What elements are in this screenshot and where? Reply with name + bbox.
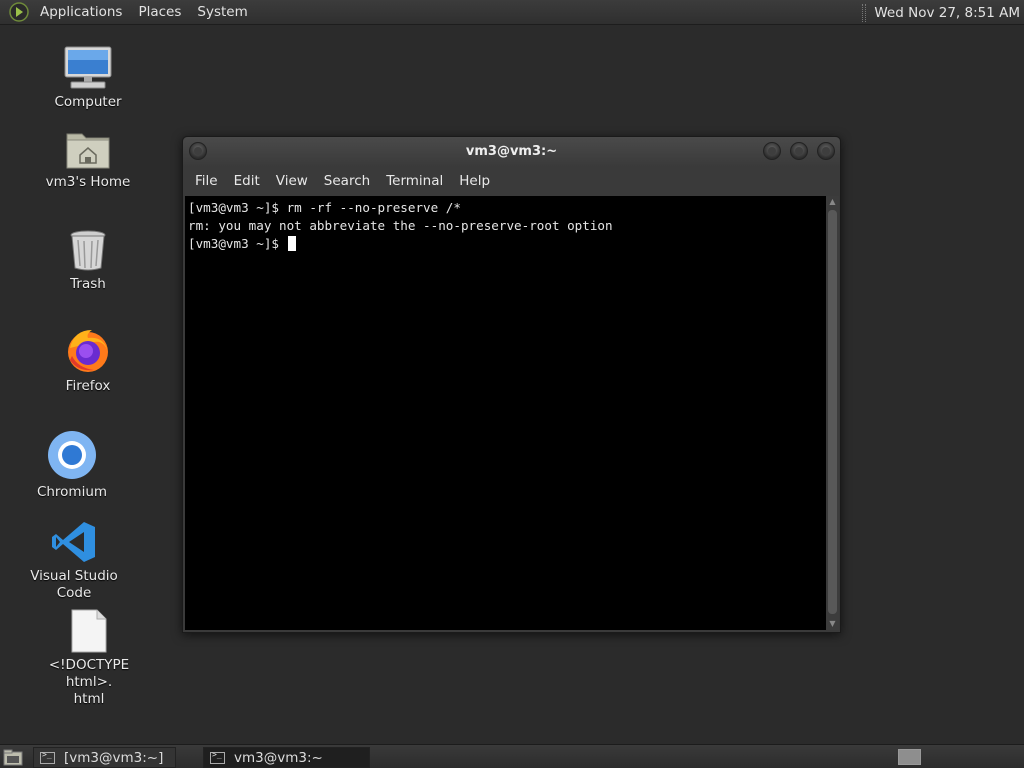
menu-help[interactable]: Help — [451, 173, 498, 189]
terminal-scrollbar[interactable]: ▲ ▼ — [826, 196, 839, 630]
menu-edit[interactable]: Edit — [226, 173, 268, 189]
menu-places[interactable]: Places — [132, 0, 187, 25]
panel-separator — [862, 3, 867, 22]
desktop-icon-label: Visual Studio Code — [30, 568, 118, 601]
clock[interactable]: Wed Nov 27, 8:51 AM — [874, 5, 1024, 21]
desktop-icon-label: Firefox — [65, 378, 111, 394]
desktop-icon-label: vm3's Home — [45, 174, 131, 190]
taskbar-button[interactable]: [vm3@vm3:~] — [33, 747, 176, 768]
taskbar-label: vm3@vm3:~ — [234, 749, 323, 766]
terminal-icon — [210, 750, 225, 764]
trash-icon — [70, 230, 106, 271]
document-icon — [71, 609, 107, 653]
desktop-icon-label: Trash — [70, 276, 106, 292]
home-folder-icon — [66, 133, 110, 169]
terminal-icon — [40, 750, 55, 764]
text-cursor — [287, 236, 296, 251]
workspace-switcher[interactable] — [898, 749, 921, 765]
chromium-icon — [48, 431, 96, 479]
desktop-icon-home[interactable]: vm3's Home — [43, 128, 133, 191]
desktop-icon-label: Computer — [54, 94, 122, 110]
desktop-icon-computer[interactable]: Computer — [48, 46, 128, 111]
computer-icon — [64, 46, 112, 89]
vscode-icon — [52, 522, 95, 562]
menu-applications[interactable]: Applications — [34, 0, 128, 25]
menu-search[interactable]: Search — [316, 173, 378, 189]
menu-view[interactable]: View — [268, 173, 316, 189]
scroll-down-arrow-icon[interactable]: ▼ — [826, 618, 839, 630]
terminal-window[interactable]: vm3@vm3:~ File Edit View Search Terminal… — [182, 136, 841, 633]
firefox-icon — [68, 330, 108, 372]
desktop-icon-label: <!DOCTYPE html>. html — [48, 657, 130, 707]
desktop-icon-html-file[interactable]: <!DOCTYPE html>. html — [24, 609, 154, 708]
taskbar-button-active[interactable]: vm3@vm3:~ — [203, 747, 370, 768]
menu-system[interactable]: System — [191, 0, 253, 25]
show-desktop-icon[interactable] — [3, 748, 23, 766]
desktop-icon-label: Chromium — [36, 484, 108, 500]
terminal-line: rm: you may not abbreviate the --no-pres… — [188, 218, 613, 233]
top-panel: Applications Places System Wed Nov 27, 8… — [0, 0, 1024, 25]
minimize-button[interactable] — [763, 142, 781, 160]
taskbar-label: [vm3@vm3:~] — [64, 749, 164, 766]
window-title: vm3@vm3:~ — [465, 144, 558, 159]
scrollbar-thumb[interactable] — [828, 210, 837, 614]
terminal-line: [vm3@vm3 ~]$ rm -rf --no-preserve /* — [188, 200, 461, 215]
desktop-icon-chromium[interactable]: Chromium — [32, 430, 112, 501]
terminal-prompt: [vm3@vm3 ~]$ — [188, 236, 287, 251]
close-button[interactable] — [817, 142, 835, 160]
desktop-icon-firefox[interactable]: Firefox — [48, 326, 128, 395]
terminal-prompt-line[interactable]: [vm3@vm3 ~]$ — [188, 235, 827, 253]
scroll-up-arrow-icon[interactable]: ▲ — [826, 196, 839, 208]
bottom-panel: [vm3@vm3:~] vm3@vm3:~ — [0, 744, 1024, 768]
desktop-icon-trash[interactable]: Trash — [48, 228, 128, 293]
terminal-output[interactable]: [vm3@vm3 ~]$ rm -rf --no-preserve /* rm:… — [185, 196, 827, 630]
distro-logo-icon[interactable] — [8, 1, 30, 23]
menu-terminal[interactable]: Terminal — [378, 173, 451, 189]
window-titlebar[interactable]: vm3@vm3:~ — [183, 137, 840, 167]
maximize-button[interactable] — [790, 142, 808, 160]
terminal-menubar: File Edit View Search Terminal Help — [183, 167, 840, 195]
desktop-icon-vscode[interactable]: Visual Studio Code — [14, 520, 134, 602]
menu-file[interactable]: File — [187, 173, 226, 189]
